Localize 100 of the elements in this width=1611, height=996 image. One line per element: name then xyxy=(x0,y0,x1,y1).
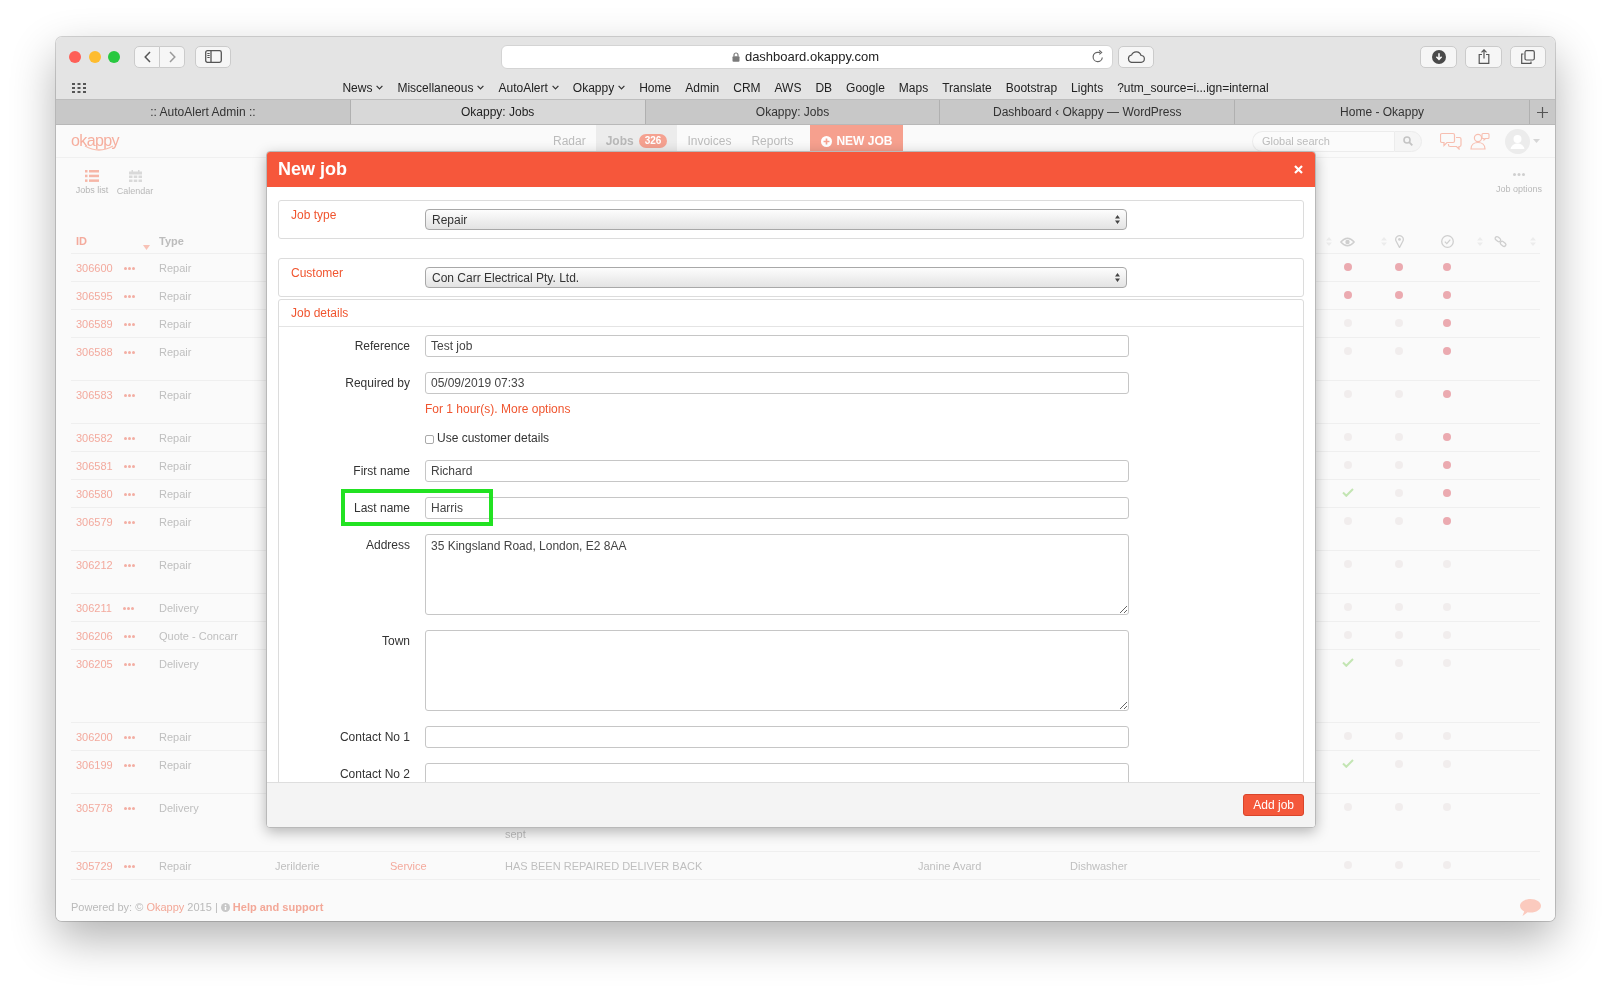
address-bar[interactable]: dashboard.okappy.com xyxy=(501,44,1113,69)
add-job-button[interactable]: Add job xyxy=(1243,794,1304,816)
plus-circle-icon xyxy=(821,135,833,147)
job-id-link[interactable]: 306595 xyxy=(76,290,113,303)
search-field[interactable]: Global search xyxy=(1252,130,1394,152)
job-id-link[interactable]: 306200 xyxy=(76,731,113,744)
dropdown[interactable]: Repair xyxy=(425,209,1127,230)
caret-icon[interactable] xyxy=(1533,139,1540,143)
bookmark-item[interactable]: CRM xyxy=(733,80,761,95)
checkbox[interactable] xyxy=(425,435,434,444)
bookmark-item[interactable]: Okappy xyxy=(572,80,626,95)
tab-overview-button[interactable] xyxy=(1510,45,1546,68)
more-dots-icon[interactable] xyxy=(123,267,135,270)
text-input[interactable]: Richard xyxy=(425,460,1129,482)
bookmark-item[interactable]: AutoAlert xyxy=(498,80,559,95)
bookmark-item[interactable]: Maps xyxy=(898,80,929,95)
chat-bubbles-icon[interactable] xyxy=(1440,132,1462,150)
field-label: Town xyxy=(381,633,410,650)
reload-icon[interactable] xyxy=(1092,50,1104,63)
table-cell: Repair xyxy=(159,318,192,331)
bookmark-item[interactable]: Google xyxy=(846,80,885,95)
apps-grid-icon[interactable] xyxy=(72,82,86,93)
job-id-link[interactable]: 306206 xyxy=(76,630,113,643)
forward-button[interactable] xyxy=(160,45,185,68)
window-close-icon[interactable] xyxy=(69,50,81,63)
sidebar-icon xyxy=(204,50,222,63)
text-input[interactable] xyxy=(425,726,1129,748)
job-id-link[interactable]: 306600 xyxy=(76,262,113,275)
column-header[interactable]: ID xyxy=(71,228,154,253)
bookmark-item[interactable]: Translate xyxy=(942,80,992,95)
bookmark-item[interactable]: Bootstrap xyxy=(1005,80,1058,95)
view-button[interactable]: Jobs list xyxy=(72,170,112,196)
okappy-link[interactable]: Okappy xyxy=(146,901,185,913)
window-zoom-icon[interactable] xyxy=(108,50,120,63)
search-button[interactable] xyxy=(1394,130,1422,152)
job-id-link[interactable]: 306582 xyxy=(76,432,113,445)
plus-icon[interactable] xyxy=(1537,106,1548,118)
bookmark-item[interactable]: AWS xyxy=(774,80,802,95)
column-header[interactable]: Type xyxy=(154,228,270,253)
chat-bubble-icon[interactable] xyxy=(1520,899,1541,916)
more-dots-icon[interactable] xyxy=(123,437,135,440)
more-dots-icon[interactable] xyxy=(123,564,135,567)
job-id-link[interactable]: 306212 xyxy=(76,559,113,572)
share-button[interactable] xyxy=(1465,45,1502,68)
more-dots-icon[interactable] xyxy=(123,323,135,326)
help-link[interactable]: Help and support xyxy=(232,901,324,913)
text-input[interactable]: Test job xyxy=(425,335,1129,357)
more-dots-icon[interactable] xyxy=(123,351,135,354)
chevron-down-icon xyxy=(376,85,384,90)
text-area[interactable]: 35 Kingsland Road, London, E2 8AA xyxy=(425,534,1129,615)
job-id-link[interactable]: 306589 xyxy=(76,318,113,331)
cloud-button[interactable] xyxy=(1118,45,1154,68)
text-input[interactable]: Harris xyxy=(425,497,1129,519)
more-dots-icon[interactable] xyxy=(123,394,135,397)
bookmark-item[interactable]: Admin xyxy=(685,80,720,95)
bookmark-item[interactable]: ?utm_source=i...ign=internal xyxy=(1117,80,1269,95)
more-dots-icon[interactable] xyxy=(123,807,135,810)
job-options-button[interactable]: Job options xyxy=(1494,170,1544,200)
table-cell: Repair xyxy=(159,460,192,473)
table-cell: Repair xyxy=(159,432,192,445)
more-dots-icon[interactable] xyxy=(123,465,135,468)
more-dots-icon[interactable] xyxy=(123,295,135,298)
bookmark-item[interactable]: Home xyxy=(639,80,672,95)
text-input[interactable]: 05/09/2019 07:33 xyxy=(425,372,1129,394)
user-icon[interactable] xyxy=(1470,132,1490,150)
job-id-link[interactable]: 306211 xyxy=(76,602,112,615)
dropdown[interactable]: Con Carr Electrical Pty. Ltd. xyxy=(425,267,1127,288)
job-id-link[interactable]: 306588 xyxy=(76,346,113,359)
job-id-link[interactable]: 306199 xyxy=(76,759,113,772)
bookmark-item[interactable]: Lights xyxy=(1071,80,1104,95)
bookmark-item[interactable]: Miscellaneous xyxy=(397,80,485,95)
table-link[interactable]: Service xyxy=(390,860,427,873)
more-dots-icon[interactable] xyxy=(123,764,135,767)
back-button[interactable] xyxy=(134,45,160,68)
more-dots-icon[interactable] xyxy=(123,736,135,739)
more-dots-icon[interactable] xyxy=(123,865,135,868)
more-dots-icon[interactable] xyxy=(123,635,135,638)
job-id-link[interactable]: 306579 xyxy=(76,516,113,529)
more-dots-icon[interactable] xyxy=(122,607,134,610)
window-minimize-icon[interactable] xyxy=(88,50,101,63)
job-id-link[interactable]: 305729 xyxy=(76,860,113,873)
sidebar-button[interactable] xyxy=(195,45,231,68)
more-options-link[interactable]: More options xyxy=(501,402,571,416)
job-id-link[interactable]: 306580 xyxy=(76,488,113,501)
text-input[interactable] xyxy=(425,763,1129,782)
more-dots-icon[interactable] xyxy=(123,521,135,524)
bookmark-item[interactable]: DB xyxy=(815,80,833,95)
browser-tab[interactable]: Okappy: Jobs xyxy=(350,100,646,124)
table-cell: Delivery xyxy=(159,658,199,671)
text-area[interactable] xyxy=(425,630,1129,711)
more-dots-icon[interactable] xyxy=(123,663,135,666)
job-id-link[interactable]: 306581 xyxy=(76,460,113,473)
job-id-link[interactable]: 306205 xyxy=(76,658,113,671)
job-id-link[interactable]: 305778 xyxy=(76,802,113,815)
more-dots-icon[interactable] xyxy=(123,493,135,496)
okappy-logo[interactable]: okappy xyxy=(71,131,120,150)
downloads-button[interactable] xyxy=(1420,45,1457,68)
bookmark-item[interactable]: News xyxy=(342,80,384,95)
close-icon[interactable] xyxy=(1294,165,1303,174)
job-id-link[interactable]: 306583 xyxy=(76,389,113,402)
